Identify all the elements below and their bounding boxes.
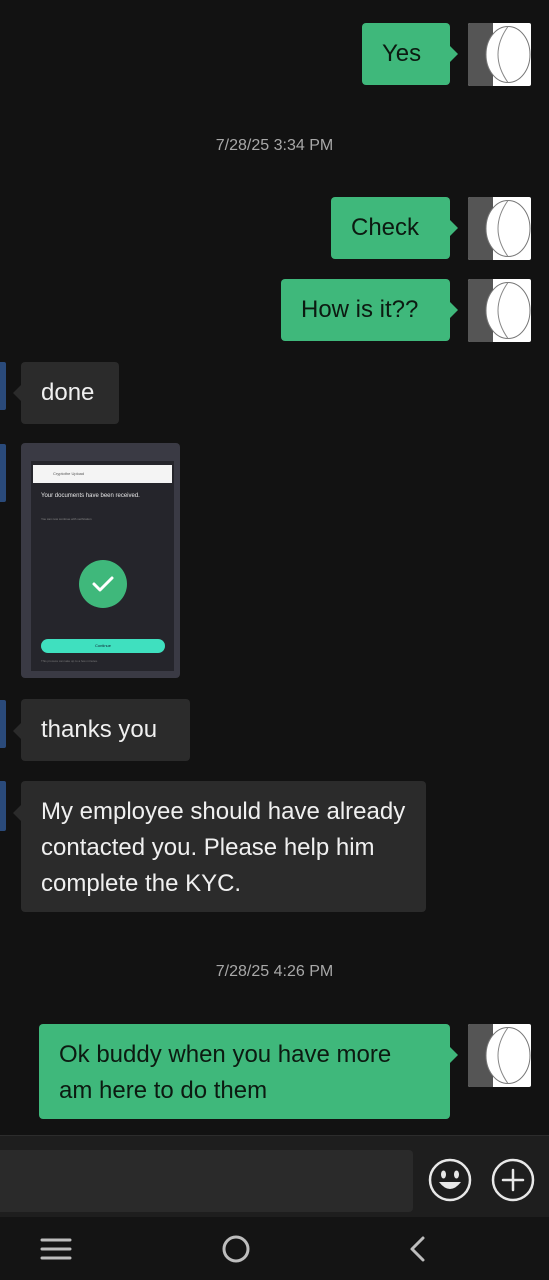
message-input[interactable] <box>0 1150 413 1212</box>
chat-area[interactable]: Yes 7/28/25 3:34 PM Check How is it?? do… <box>0 0 549 1135</box>
message-text: My employee should have already contacte… <box>41 798 406 897</box>
bubble-tail <box>450 46 458 62</box>
incoming-message[interactable]: done <box>21 362 119 424</box>
bubble-tail <box>13 805 21 821</box>
plus-circle-icon <box>491 1158 535 1202</box>
avatar[interactable] <box>468 1024 531 1087</box>
image-header: Cryptothe Upload <box>33 465 172 483</box>
image-subtitle: You can now continue with verification <box>41 517 92 521</box>
avatar[interactable] <box>0 444 6 502</box>
image-title: Your documents have been received. <box>41 493 140 499</box>
outgoing-message[interactable]: Ok buddy when you have more am here to d… <box>39 1024 450 1119</box>
message-text: thanks you <box>41 716 158 743</box>
avatar[interactable] <box>0 700 6 748</box>
message-text: done <box>41 379 95 406</box>
menu-lines-icon <box>40 1238 72 1260</box>
image-screen: Cryptothe Upload Your documents have bee… <box>31 461 174 671</box>
avatar[interactable] <box>468 23 531 86</box>
home-button[interactable] <box>216 1231 256 1267</box>
avatar-icon <box>468 279 531 342</box>
avatar-icon <box>468 1024 531 1087</box>
system-navbar <box>0 1217 549 1280</box>
image-message[interactable]: Cryptothe Upload Your documents have bee… <box>21 443 180 678</box>
image-continue-button: Continue <box>41 639 165 653</box>
timestamp: 7/28/25 4:26 PM <box>215 963 334 980</box>
bubble-tail <box>450 1047 458 1063</box>
image-footer: This process can take up to a few minute… <box>41 659 98 663</box>
emoji-button[interactable] <box>428 1158 472 1202</box>
bubble-tail <box>450 302 458 318</box>
outgoing-message[interactable]: How is it?? <box>281 279 450 341</box>
avatar[interactable] <box>0 362 6 410</box>
outgoing-message[interactable]: Check <box>331 197 450 259</box>
message-text: Ok buddy when you have more am here to d… <box>59 1041 392 1104</box>
message-text: Check <box>351 214 420 241</box>
recents-button[interactable] <box>36 1231 76 1267</box>
bubble-tail <box>450 220 458 236</box>
back-button[interactable] <box>398 1231 438 1267</box>
avatar-icon <box>468 23 531 86</box>
message-text: Yes <box>382 40 422 67</box>
avatar[interactable] <box>0 781 6 831</box>
bubble-tail <box>13 385 21 401</box>
outgoing-message[interactable]: Yes <box>362 23 450 85</box>
avatar[interactable] <box>468 279 531 342</box>
incoming-message[interactable]: My employee should have already contacte… <box>21 781 426 912</box>
smiley-face-icon <box>428 1158 472 1202</box>
message-text: How is it?? <box>301 296 419 323</box>
bubble-tail <box>13 723 21 739</box>
add-button[interactable] <box>491 1158 535 1202</box>
chevron-left-icon <box>410 1236 425 1262</box>
composer-bar <box>0 1135 549 1218</box>
avatar[interactable] <box>468 197 531 260</box>
incoming-message[interactable]: thanks you <box>21 699 190 761</box>
check-circle-icon <box>79 560 127 608</box>
timestamp: 7/28/25 3:34 PM <box>215 137 334 154</box>
avatar-icon <box>468 197 531 260</box>
circle-home-icon <box>222 1235 250 1263</box>
